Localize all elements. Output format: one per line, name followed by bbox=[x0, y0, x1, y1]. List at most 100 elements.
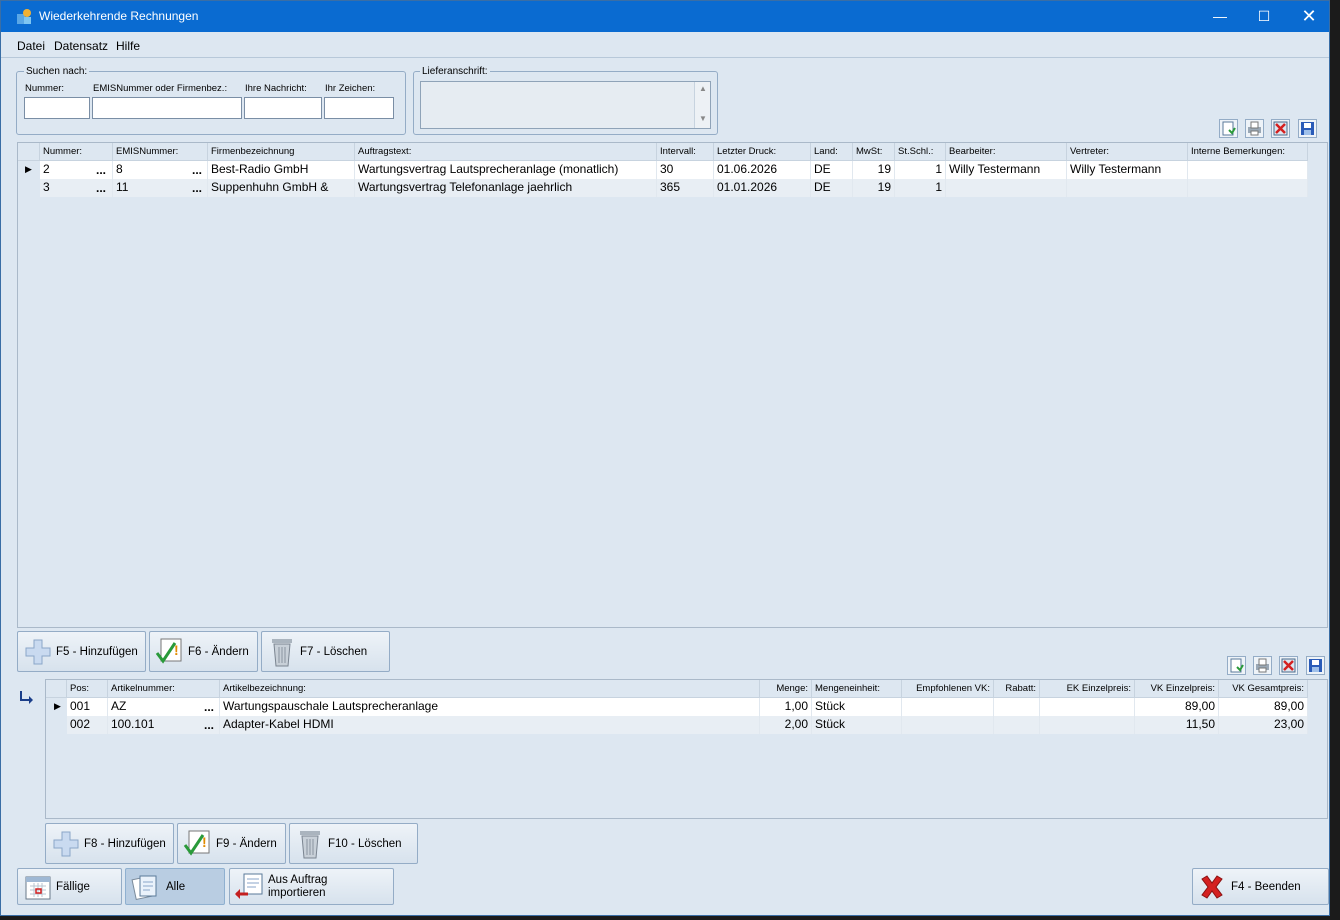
cell-stschl[interactable]: 1 bbox=[895, 161, 946, 179]
add-position-label: F8 - Hinzufügen bbox=[84, 837, 166, 850]
menu-datensatz[interactable]: Datensatz bbox=[54, 39, 108, 53]
cell-bearbeiter[interactable] bbox=[946, 179, 1067, 197]
col-header[interactable]: Mengeneinheit: bbox=[812, 680, 902, 698]
cell-vk-gesamtpreis[interactable]: 89,00 bbox=[1219, 698, 1308, 716]
col-header[interactable]: Intervall: bbox=[657, 143, 714, 161]
cell-menge[interactable]: 1,00 bbox=[760, 698, 812, 716]
lookup-button[interactable]: ... bbox=[204, 700, 214, 714]
col-header[interactable]: EK Einzelpreis: bbox=[1040, 680, 1135, 698]
lookup-button[interactable]: ... bbox=[96, 163, 106, 177]
exit-button[interactable]: F4 - Beenden bbox=[1192, 868, 1329, 905]
new-position-icon[interactable] bbox=[1227, 656, 1246, 675]
lookup-button[interactable]: ... bbox=[204, 718, 214, 732]
cell-artikelbezeichnung[interactable]: Adapter-Kabel HDMI bbox=[220, 716, 760, 734]
delete-position-button[interactable]: F10 - Löschen bbox=[289, 823, 418, 864]
lookup-button[interactable]: ... bbox=[192, 163, 202, 177]
edit-contract-button[interactable]: ! F6 - Ändern bbox=[149, 631, 258, 672]
add-contract-button[interactable]: F5 - Hinzufügen bbox=[17, 631, 146, 672]
cell-mengeneinheit[interactable]: Stück bbox=[812, 698, 902, 716]
faellige-button[interactable]: Fällige bbox=[17, 868, 122, 905]
alle-button[interactable]: Alle bbox=[125, 868, 225, 905]
print-positions-icon[interactable] bbox=[1253, 656, 1272, 675]
cell-intervall[interactable]: 30 bbox=[657, 161, 714, 179]
col-header[interactable]: Bearbeiter: bbox=[946, 143, 1067, 161]
lieferanschrift-textarea[interactable]: ▲ ▼ bbox=[420, 81, 711, 129]
col-header[interactable]: EMISNummer: bbox=[113, 143, 208, 161]
col-header[interactable]: VK Gesamtpreis: bbox=[1219, 680, 1308, 698]
cell-auftragstext[interactable]: Wartungsvertrag Telefonanlage jaehrlich bbox=[355, 179, 657, 197]
delete-position-icon[interactable] bbox=[1279, 656, 1298, 675]
col-header[interactable]: Letzter Druck: bbox=[714, 143, 811, 161]
cell-artikelbezeichnung[interactable]: Wartungspauschale Lautsprecheranlage bbox=[220, 698, 760, 716]
edit-position-button[interactable]: ! F9 - Ändern bbox=[177, 823, 286, 864]
cell-rabatt[interactable] bbox=[994, 716, 1040, 734]
emis-input[interactable] bbox=[92, 97, 242, 119]
cell-letzter-druck[interactable]: 01.06.2026 bbox=[714, 161, 811, 179]
cell-auftragstext[interactable]: Wartungsvertrag Lautsprecheranlage (mona… bbox=[355, 161, 657, 179]
maximize-button[interactable]: ☐ bbox=[1241, 1, 1287, 32]
cell-empf-vk[interactable] bbox=[902, 716, 994, 734]
delete-record-icon[interactable] bbox=[1271, 119, 1290, 138]
cell-vertreter[interactable]: Willy Testermann bbox=[1067, 161, 1188, 179]
add-position-button[interactable]: F8 - Hinzufügen bbox=[45, 823, 174, 864]
cell-mwst[interactable]: 19 bbox=[853, 161, 895, 179]
cell-empf-vk[interactable] bbox=[902, 698, 994, 716]
scroll-up-icon[interactable]: ▲ bbox=[699, 84, 707, 93]
save-positions-icon[interactable] bbox=[1306, 656, 1325, 675]
col-header[interactable]: St.Schl.: bbox=[895, 143, 946, 161]
col-header[interactable]: Rabatt: bbox=[994, 680, 1040, 698]
cell-rabatt[interactable] bbox=[994, 698, 1040, 716]
col-header[interactable]: Menge: bbox=[760, 680, 812, 698]
col-header[interactable]: Artikelbezeichnung: bbox=[220, 680, 760, 698]
cell-vk-gesamtpreis[interactable]: 23,00 bbox=[1219, 716, 1308, 734]
cell-vertreter[interactable] bbox=[1067, 179, 1188, 197]
cell-menge[interactable]: 2,00 bbox=[760, 716, 812, 734]
save-icon[interactable] bbox=[1298, 119, 1317, 138]
cell-pos[interactable]: 001 bbox=[67, 698, 108, 716]
nachricht-input[interactable] bbox=[244, 97, 322, 119]
col-header[interactable]: Interne Bemerkungen: bbox=[1188, 143, 1308, 161]
cell-vk-einzelpreis[interactable]: 11,50 bbox=[1135, 716, 1219, 734]
minimize-button[interactable]: — bbox=[1197, 1, 1243, 32]
cell-bearbeiter[interactable]: Willy Testermann bbox=[946, 161, 1067, 179]
col-header[interactable]: MwSt: bbox=[853, 143, 895, 161]
cell-ek-einzelpreis[interactable] bbox=[1040, 716, 1135, 734]
scroll-down-icon[interactable]: ▼ bbox=[699, 114, 707, 123]
menu-hilfe[interactable]: Hilfe bbox=[116, 39, 140, 53]
col-header[interactable]: Vertreter: bbox=[1067, 143, 1188, 161]
cell-land[interactable]: DE bbox=[811, 179, 853, 197]
cell-mengeneinheit[interactable]: Stück bbox=[812, 716, 902, 734]
print-icon[interactable] bbox=[1245, 119, 1264, 138]
cell-intervall[interactable]: 365 bbox=[657, 179, 714, 197]
cell-bemerkungen[interactable] bbox=[1188, 161, 1308, 179]
col-header[interactable]: Firmenbezeichnung bbox=[208, 143, 355, 161]
col-header[interactable]: Pos: bbox=[67, 680, 108, 698]
close-window-button[interactable]: ✕ bbox=[1286, 1, 1332, 32]
cell-pos[interactable]: 002 bbox=[67, 716, 108, 734]
cell-vk-einzelpreis[interactable]: 89,00 bbox=[1135, 698, 1219, 716]
col-header[interactable]: Land: bbox=[811, 143, 853, 161]
new-record-icon[interactable] bbox=[1219, 119, 1238, 138]
cell-bemerkungen[interactable] bbox=[1188, 179, 1308, 197]
col-header[interactable]: Empfohlenen VK: bbox=[902, 680, 994, 698]
cell-firma[interactable]: Suppenhuhn GmbH & bbox=[208, 179, 355, 197]
lookup-button[interactable]: ... bbox=[192, 181, 202, 195]
col-header[interactable]: Nummer: bbox=[40, 143, 113, 161]
cell-land[interactable]: DE bbox=[811, 161, 853, 179]
cell-stschl[interactable]: 1 bbox=[895, 179, 946, 197]
delete-contract-button[interactable]: F7 - Löschen bbox=[261, 631, 390, 672]
import-label-line1: Aus Auftrag bbox=[268, 873, 328, 886]
import-button[interactable]: Aus Auftrag importieren bbox=[229, 868, 394, 905]
menu-datei[interactable]: Datei bbox=[17, 39, 45, 53]
nummer-input[interactable] bbox=[24, 97, 90, 119]
lookup-button[interactable]: ... bbox=[96, 181, 106, 195]
zeichen-input[interactable] bbox=[324, 97, 394, 119]
cell-letzter-druck[interactable]: 01.01.2026 bbox=[714, 179, 811, 197]
cell-ek-einzelpreis[interactable] bbox=[1040, 698, 1135, 716]
col-header[interactable]: Auftragstext: bbox=[355, 143, 657, 161]
cell-mwst[interactable]: 19 bbox=[853, 179, 895, 197]
col-header[interactable]: Artikelnummer: bbox=[108, 680, 220, 698]
lieferanschrift-scrollbar[interactable]: ▲ ▼ bbox=[694, 82, 710, 128]
cell-firma[interactable]: Best-Radio GmbH bbox=[208, 161, 355, 179]
col-header[interactable]: VK Einzelpreis: bbox=[1135, 680, 1219, 698]
